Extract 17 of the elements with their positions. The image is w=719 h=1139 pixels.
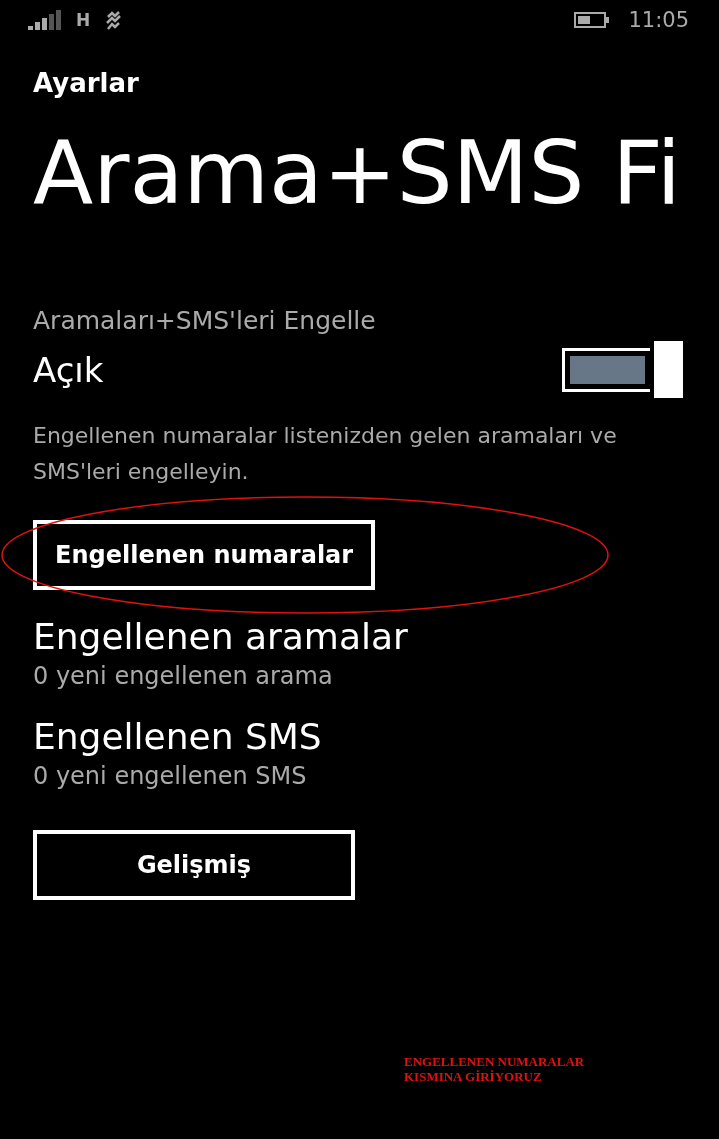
toggle-description: Engellenen numaralar listenizden gelen aramaları ve SMS'leri engelleyin. <box>33 422 618 486</box>
section-subtitle: 0 yeni engellenen SMS <box>33 762 308 790</box>
section-subtitle: 0 yeni engellenen arama <box>33 662 334 690</box>
toggle-label: Aramaları+SMS'leri Engelle <box>33 306 377 335</box>
battery-icon <box>574 12 611 28</box>
toggle-switch[interactable] <box>562 341 683 398</box>
annotation-text: ENGELLENEN NUMARALAR KISMINA GİRİYORUZ <box>404 1054 585 1084</box>
toggle-state: Açık <box>33 349 104 390</box>
app-name: Ayarlar <box>33 68 140 98</box>
signal-icon <box>28 10 62 30</box>
section-title[interactable]: Engellenen SMS <box>33 712 719 762</box>
page-title: Arama+SMS Fi <box>33 120 682 226</box>
blocked-numbers-button[interactable]: Engellenen numaralar <box>33 520 376 590</box>
clock-time: 11:05 <box>628 8 689 32</box>
advanced-button[interactable]: Gelişmiş <box>33 830 355 900</box>
section-title[interactable]: Engellenen aramalar <box>33 612 719 662</box>
network-type: H <box>76 10 91 30</box>
